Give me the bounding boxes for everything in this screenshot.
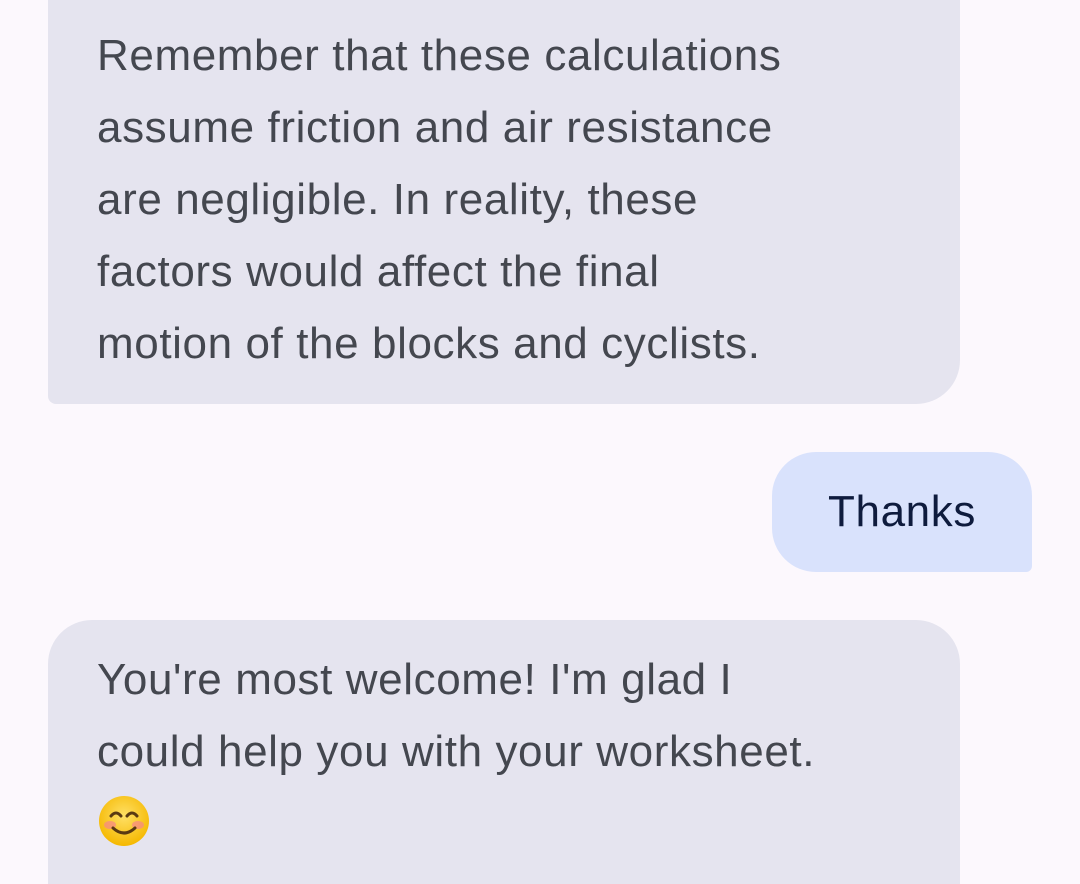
smiling-face-icon (97, 794, 151, 848)
assistant-message-bubble[interactable]: You're most welcome! I'm glad I could he… (48, 620, 960, 884)
assistant-message-text: Remember that these calculations assume … (97, 31, 782, 368)
assistant-message-text: You're most welcome! I'm glad I could he… (97, 655, 816, 776)
user-message-text: Thanks (828, 487, 976, 536)
chat-transcript: Remember that these calculations assume … (0, 0, 1080, 884)
assistant-message-bubble[interactable]: Remember that these calculations assume … (48, 0, 960, 404)
user-message-bubble[interactable]: Thanks (772, 452, 1032, 572)
